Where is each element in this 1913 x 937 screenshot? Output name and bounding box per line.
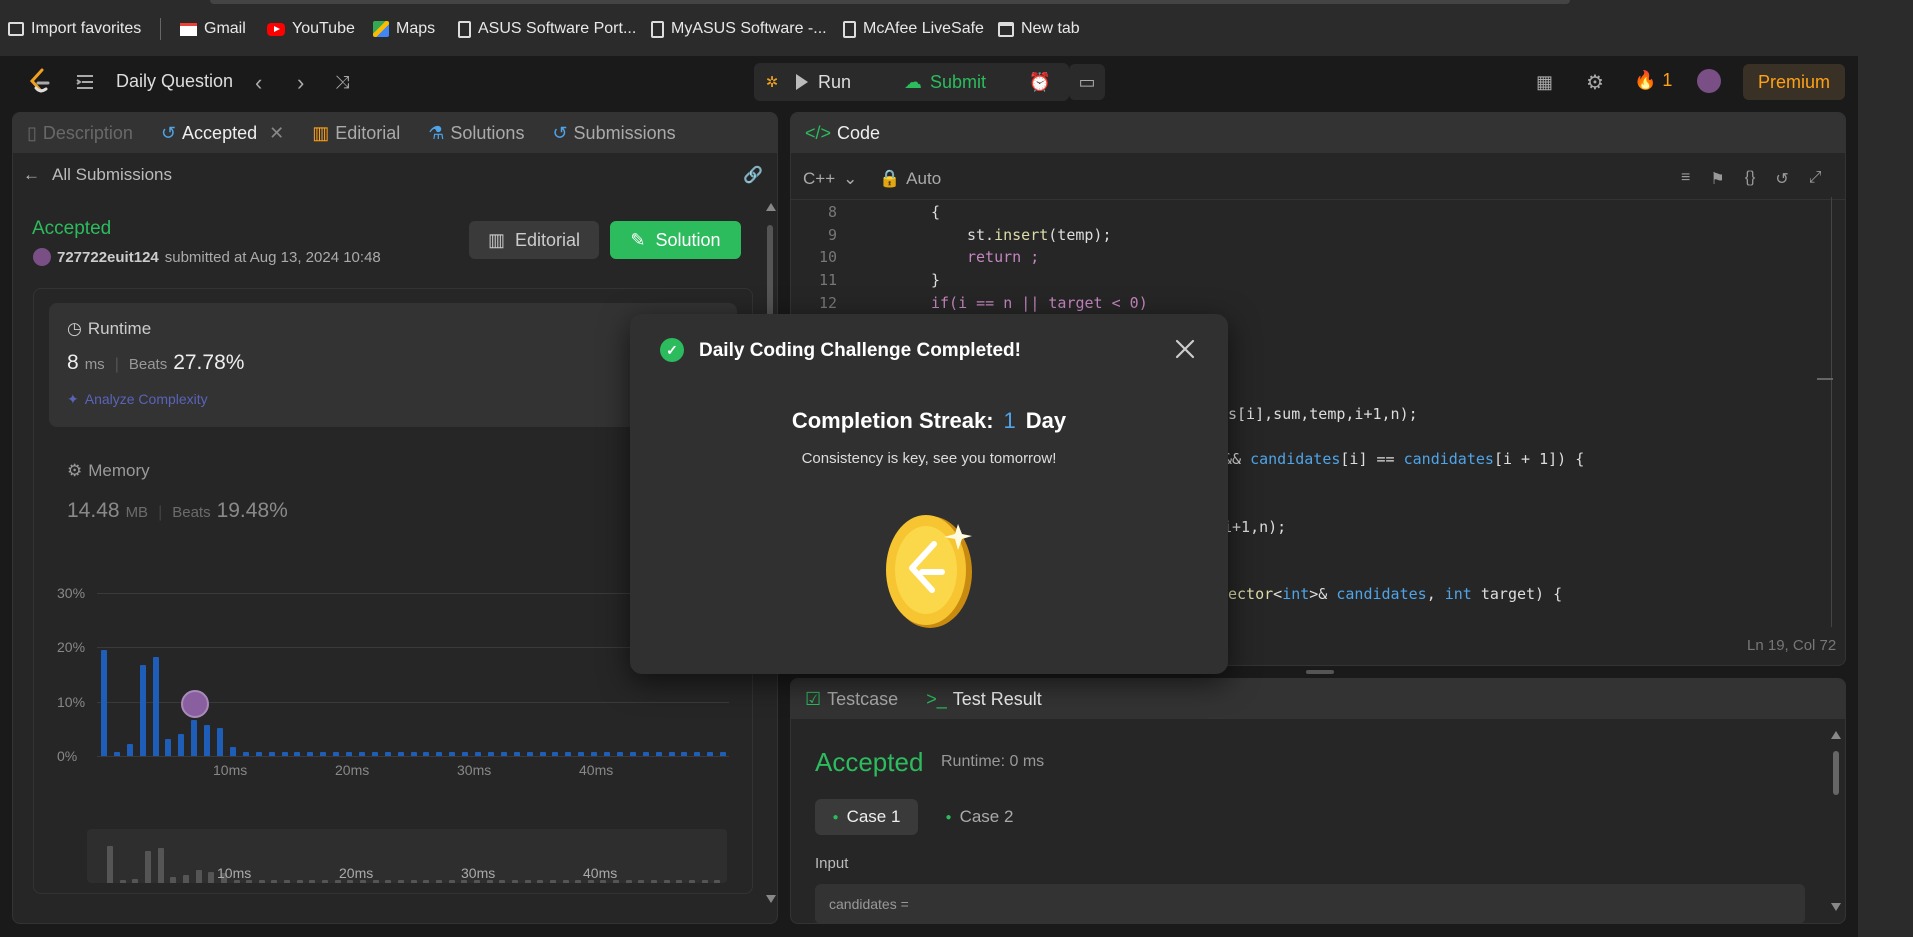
close-icon[interactable] [1170,334,1200,364]
streak-line: Completion Streak: 1 Day [630,408,1228,434]
streak-unit: Day [1025,408,1067,433]
coin-icon [886,510,976,630]
modal-title: Daily Coding Challenge Completed! [699,340,1021,361]
modal-message: Consistency is key, see you tomorrow! [801,450,1057,467]
check-circle-icon: ✓ [660,338,684,362]
daily-challenge-modal: ✓ Daily Coding Challenge Completed! Comp… [630,314,1228,674]
streak-value: 1 [1003,408,1016,433]
streak-label: Completion Streak: [791,408,994,433]
